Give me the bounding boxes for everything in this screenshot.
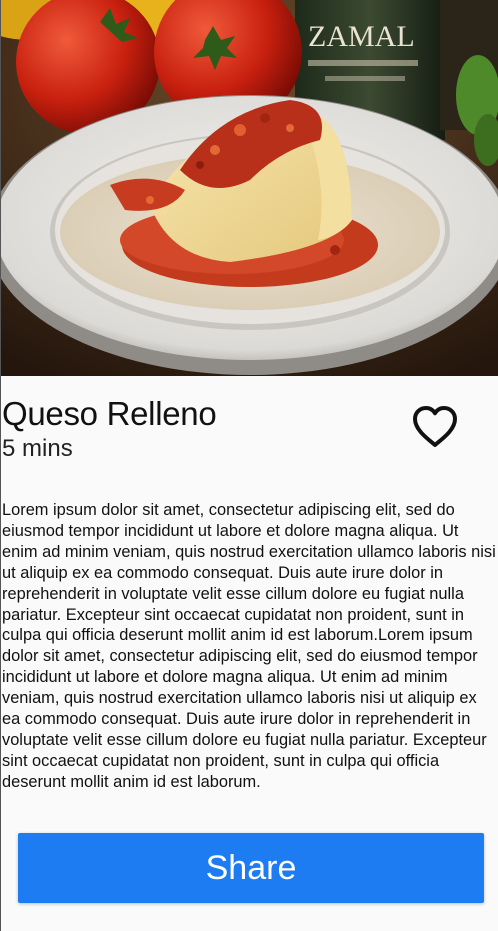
favorite-button[interactable] [410, 404, 460, 450]
heart-outline-icon [413, 406, 457, 447]
recipe-description: Lorem ipsum dolor sit amet, consectetur … [2, 501, 496, 791]
recipe-photo: ZAMAL [0, 0, 498, 376]
recipe-photo-illustration: ZAMAL [0, 0, 498, 376]
recipe-header: Queso Relleno 5 mins [0, 392, 498, 472]
recipe-title: Queso Relleno [2, 395, 217, 432]
window-edge [0, 0, 1, 931]
recipe-duration: 5 mins [2, 435, 73, 462]
share-button[interactable]: Share [18, 833, 484, 903]
bottle-label-text: ZAMAL [308, 20, 415, 53]
